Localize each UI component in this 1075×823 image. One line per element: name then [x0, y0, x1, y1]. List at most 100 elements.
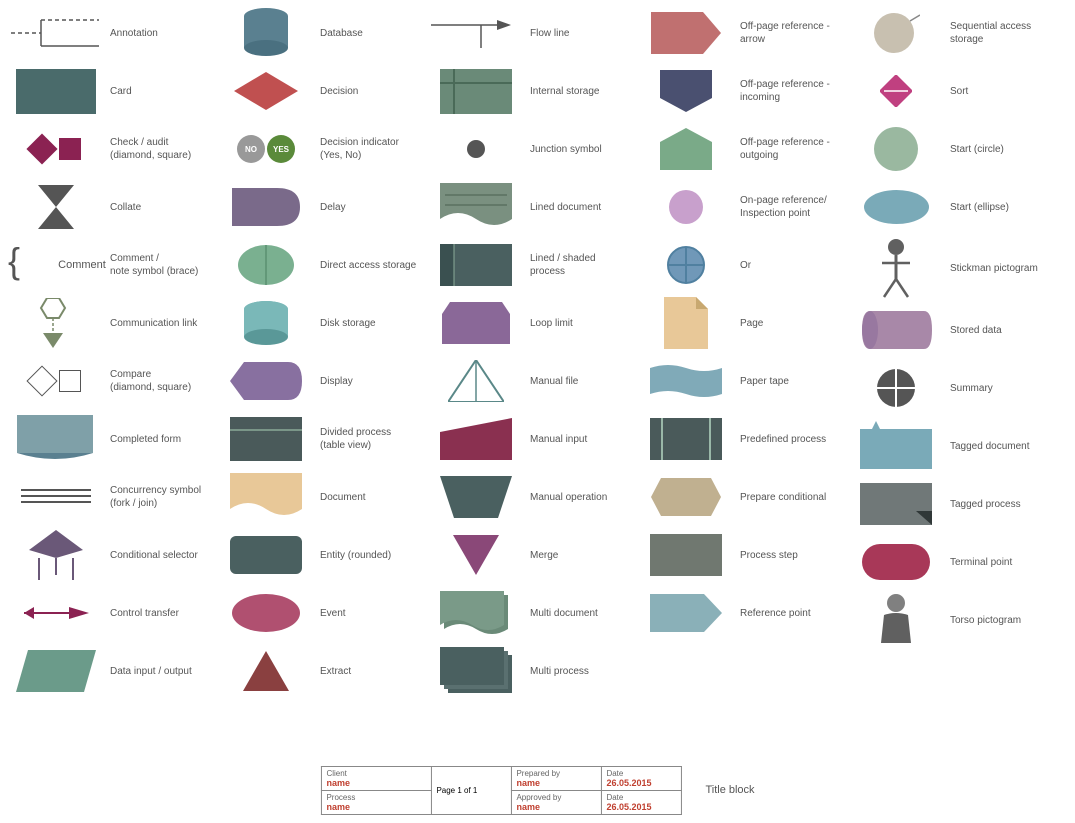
disk-storage-label: Disk storage — [316, 317, 422, 330]
process-step-shape — [636, 530, 736, 580]
data-io-label: Data input / output — [106, 665, 212, 678]
terminal-item: Terminal point — [844, 533, 1054, 591]
collate-item: Collate — [4, 178, 214, 236]
page-shape — [636, 298, 736, 348]
stored-data-shape — [846, 305, 946, 355]
multi-doc-item: Multi document — [424, 584, 634, 642]
date-value: 26.05.2015 — [606, 778, 675, 788]
lined-shaded-label: Lined / shaded process — [526, 252, 632, 278]
torso-item: Torso pictogram — [844, 591, 1054, 649]
annotation-label: Annotation — [106, 27, 212, 40]
tagged-process-svg — [860, 483, 932, 525]
or-shape — [636, 240, 736, 290]
commlink-label: Communication link — [106, 317, 212, 330]
prepared-label: Prepared by — [516, 769, 595, 778]
tagged-process-label: Tagged process — [946, 498, 1052, 511]
prepare-shape — [636, 472, 736, 522]
commlink-item: Communication link — [4, 294, 214, 352]
comment-shape: { Comment — [6, 240, 106, 290]
multi-doc-svg — [440, 587, 512, 639]
entity-item: Entity (rounded) — [214, 526, 424, 584]
concurrency-svg — [21, 487, 91, 507]
tagged-doc-shape — [846, 421, 946, 471]
terminal-svg — [862, 544, 930, 580]
flowline-svg — [431, 13, 521, 53]
paper-tape-shape — [636, 356, 736, 406]
annotation-shape — [6, 8, 106, 58]
decision-indicator-item: NO YES Decision indicator(Yes, No) — [214, 120, 424, 178]
offpage-outgoing-shape — [636, 124, 736, 174]
loop-limit-label: Loop limit — [526, 317, 632, 330]
onpage-circle — [669, 190, 703, 224]
prepare-svg — [651, 478, 721, 516]
commlink-shape — [6, 298, 106, 348]
conditional-label: Conditional selector — [106, 549, 212, 562]
column-1: Annotation Card Check / audit(diamond, s… — [4, 4, 214, 700]
tagged-process-shape — [846, 479, 946, 529]
junction-item: Junction symbol — [424, 120, 634, 178]
merge-item: Merge — [424, 526, 634, 584]
process-step-label: Process step — [736, 549, 842, 562]
lined-doc-item: Lined document — [424, 178, 634, 236]
start-ellipse-label: Start (ellipse) — [946, 201, 1052, 214]
tagged-doc-label: Tagged document — [946, 440, 1052, 453]
page-item: Page — [634, 294, 844, 352]
process-label: Process — [326, 793, 425, 802]
annotation-item: Annotation — [4, 4, 214, 62]
paper-tape-item: Paper tape — [634, 352, 844, 410]
merge-shape — [426, 530, 526, 580]
manual-file-shape — [426, 356, 526, 406]
or-svg — [667, 246, 705, 284]
divided-process-label: Divided process(table view) — [316, 426, 422, 452]
card-item: Card — [4, 62, 214, 120]
sequential-label: Sequential accessstorage — [946, 20, 1052, 46]
manual-op-item: Manual operation — [424, 468, 634, 526]
column-4: Off-page reference -arrow Off-page refer… — [634, 4, 844, 700]
event-label: Event — [316, 607, 422, 620]
stickman-shape — [846, 244, 946, 294]
flowline-item: Flow line — [424, 4, 634, 62]
title-block: Client name Page 1 of 1 Prepared by name… — [320, 766, 681, 815]
loop-limit-shape — [426, 298, 526, 348]
junction-label: Junction symbol — [526, 143, 632, 156]
display-svg — [230, 362, 302, 400]
stored-data-item: Stored data — [844, 301, 1054, 359]
approved-label: Approved by — [516, 793, 595, 802]
offpage-incoming-shape — [636, 66, 736, 116]
manual-op-label: Manual operation — [526, 491, 632, 504]
internal-storage-svg — [440, 69, 512, 114]
summary-item: Summary — [844, 359, 1054, 417]
onpage-ref-shape — [636, 182, 736, 232]
offpage-outgoing-svg — [660, 128, 712, 170]
onpage-ref-label: On-page reference/Inspection point — [736, 194, 842, 220]
offpage-incoming-item: Off-page reference -incoming — [634, 62, 844, 120]
disk-storage-item: Disk storage — [214, 294, 424, 352]
stickman-svg — [880, 239, 912, 299]
data-io-item: Data input / output — [4, 642, 214, 700]
extract-item: Extract — [214, 642, 424, 700]
conditional-item: Conditional selector — [4, 526, 214, 584]
direct-access-shape — [216, 240, 316, 290]
card-label: Card — [106, 85, 212, 98]
prepare-label: Prepare conditional — [736, 491, 842, 504]
control-transfer-item: Control transfer — [4, 584, 214, 642]
junction-shape — [426, 124, 526, 174]
database-label: Database — [316, 27, 422, 40]
sort-item: Sort — [844, 62, 1054, 120]
commlink-svg — [37, 298, 75, 348]
extract-label: Extract — [316, 665, 422, 678]
compare-shape — [6, 356, 106, 406]
torso-svg — [879, 593, 914, 648]
delay-item: Delay — [214, 178, 424, 236]
disk-storage-svg — [239, 297, 294, 349]
completed-form-svg — [17, 415, 95, 463]
database-svg — [239, 6, 294, 61]
merge-label: Merge — [526, 549, 632, 562]
control-transfer-shape — [6, 588, 106, 638]
offpage-incoming-svg — [660, 70, 712, 112]
completed-form-label: Completed form — [106, 433, 212, 446]
prepare-item: Prepare conditional — [634, 468, 844, 526]
sequential-svg — [872, 9, 920, 57]
tagged-doc-svg — [860, 421, 932, 471]
prepared-value: name — [516, 778, 595, 788]
